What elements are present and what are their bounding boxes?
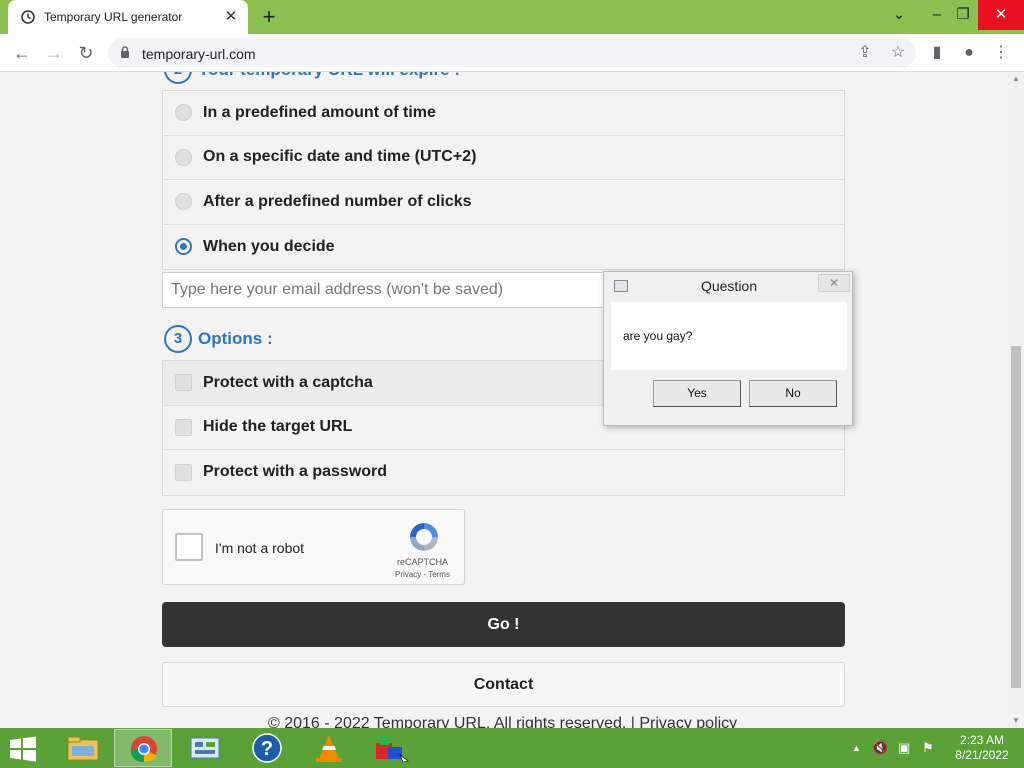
dialog-message: are you gay? xyxy=(623,329,693,343)
new-tab-button[interactable]: + xyxy=(258,6,280,28)
option-label: Protect with a password xyxy=(203,463,388,481)
tab-strip: Temporary URL generator ✕ + ⌄ – ❐ ✕ xyxy=(0,0,1024,34)
expire-options: In a predefined amount of time On a spec… xyxy=(162,90,845,270)
no-button[interactable]: No xyxy=(749,380,837,407)
profile-avatar-icon[interactable]: ● xyxy=(958,42,980,64)
checkbox[interactable] xyxy=(175,418,192,436)
footer-text: © 2016 - 2022 Temporary URL. All rights … xyxy=(268,715,738,728)
section-3-number: 3 xyxy=(164,325,192,353)
svg-text:?: ? xyxy=(261,738,273,760)
menu-kebab-icon[interactable]: ⋮ xyxy=(990,42,1012,64)
lock-icon xyxy=(121,46,129,58)
recaptcha-logo-icon xyxy=(410,523,438,551)
history-icon xyxy=(21,10,35,24)
tray-expand-icon[interactable]: ▲ xyxy=(852,743,861,753)
browser-toolbar: ← → ↻ temporary-url.com ⇪ ☆ ▮ ● ⋮ xyxy=(0,34,1024,72)
dialog-body: are you gay? xyxy=(611,302,847,370)
section-3-heading: 3 Options : xyxy=(164,325,273,353)
action-center-icon[interactable]: ⚑ xyxy=(922,740,934,756)
expire-option-when-you-decide[interactable]: When you decide xyxy=(163,225,844,270)
expire-option-specific-date[interactable]: On a specific date and time (UTC+2) xyxy=(163,136,844,180)
radio-button[interactable] xyxy=(175,104,192,122)
control-panel-icon[interactable] xyxy=(176,729,234,767)
back-arrow-icon[interactable]: ← xyxy=(10,41,34,65)
recaptcha-terms-link[interactable]: Privacy - Terms xyxy=(395,570,450,579)
go-button[interactable]: Go ! xyxy=(162,602,845,647)
window-close-icon[interactable]: ✕ xyxy=(978,0,1024,30)
yes-button[interactable]: Yes xyxy=(653,380,741,407)
recaptcha-checkbox[interactable] xyxy=(175,533,203,561)
tab-close-icon[interactable]: ✕ xyxy=(222,8,240,26)
vlc-icon[interactable] xyxy=(300,729,358,767)
dialog-title: Question xyxy=(700,278,758,294)
option-label: Protect with a captcha xyxy=(203,373,373,391)
app-launcher-icon[interactable] xyxy=(362,729,420,767)
question-dialog: Question ✕ are you gay? Yes No xyxy=(603,271,853,426)
recaptcha-widget: I'm not a robot reCAPTCHA Privacy - Term… xyxy=(162,509,465,585)
section-2-number: 2 xyxy=(164,72,192,84)
section-3-label: Options : xyxy=(198,329,273,348)
radio-button[interactable] xyxy=(175,193,192,211)
checkbox[interactable] xyxy=(175,374,192,392)
help-icon[interactable]: ? xyxy=(238,729,296,767)
scroll-up-arrow-icon[interactable]: ▲ xyxy=(1011,74,1021,84)
tab-title: Temporary URL generator xyxy=(44,10,183,24)
section-2-heading: 2 Your temporary URL will expire : xyxy=(164,72,460,84)
clock-time: 2:23 AM xyxy=(959,733,1005,747)
contact-button[interactable]: Contact xyxy=(162,662,845,707)
recaptcha-label: I'm not a robot xyxy=(215,540,305,556)
url-text: temporary-url.com xyxy=(142,46,256,62)
section-2-label: Your temporary URL will expire : xyxy=(198,72,460,80)
chrome-icon[interactable] xyxy=(114,729,172,767)
recaptcha-brand: reCAPTCHA xyxy=(397,557,449,567)
file-explorer-icon[interactable] xyxy=(54,729,112,767)
tab-search-chevron-icon[interactable]: ⌄ xyxy=(882,0,916,30)
clock-date: 8/21/2022 xyxy=(955,748,1009,762)
option-label: In a predefined amount of time xyxy=(203,103,436,121)
reload-icon[interactable]: ↻ xyxy=(74,41,98,65)
option-label: When you decide xyxy=(203,237,335,255)
scrollbar-thumb[interactable] xyxy=(1011,346,1021,688)
browser-tab[interactable]: Temporary URL generator ✕ xyxy=(8,0,248,34)
option-label: After a predefined number of clicks xyxy=(203,192,472,210)
restore-icon[interactable]: ❐ xyxy=(946,0,980,30)
side-panel-icon[interactable]: ▮ xyxy=(926,42,948,64)
network-icon[interactable]: ▣ xyxy=(898,740,910,756)
system-clock[interactable]: 2:23 AM 8/21/2022 xyxy=(946,733,1018,763)
windows-start-icon[interactable] xyxy=(8,736,38,762)
address-bar[interactable]: temporary-url.com xyxy=(108,38,916,68)
speaker-muted-icon[interactable]: 🔇 xyxy=(872,740,888,756)
scroll-down-arrow-icon[interactable]: ▼ xyxy=(1011,716,1021,726)
radio-button-selected[interactable] xyxy=(175,238,192,256)
forward-arrow-icon[interactable]: → xyxy=(42,41,66,65)
expire-option-predefined-time[interactable]: In a predefined amount of time xyxy=(163,91,844,136)
option-password[interactable]: Protect with a password xyxy=(163,450,844,495)
bookmark-star-icon[interactable]: ☆ xyxy=(887,42,909,64)
taskbar: ? ▲ 🔇 ▣ ⚑ 2:23 AM 8/21/2022 xyxy=(0,728,1024,768)
expire-option-clicks[interactable]: After a predefined number of clicks xyxy=(163,180,844,225)
page-viewport: 2 Your temporary URL will expire : In a … xyxy=(0,72,1008,728)
share-icon[interactable]: ⇪ xyxy=(854,42,876,64)
option-label: On a specific date and time (UTC+2) xyxy=(203,148,477,166)
option-label: Hide the target URL xyxy=(203,418,353,436)
checkbox[interactable] xyxy=(175,463,192,481)
page-scrollbar[interactable]: ▲ ▼ xyxy=(1008,72,1024,728)
dialog-close-icon[interactable]: ✕ xyxy=(818,274,850,292)
radio-button[interactable] xyxy=(175,148,192,166)
